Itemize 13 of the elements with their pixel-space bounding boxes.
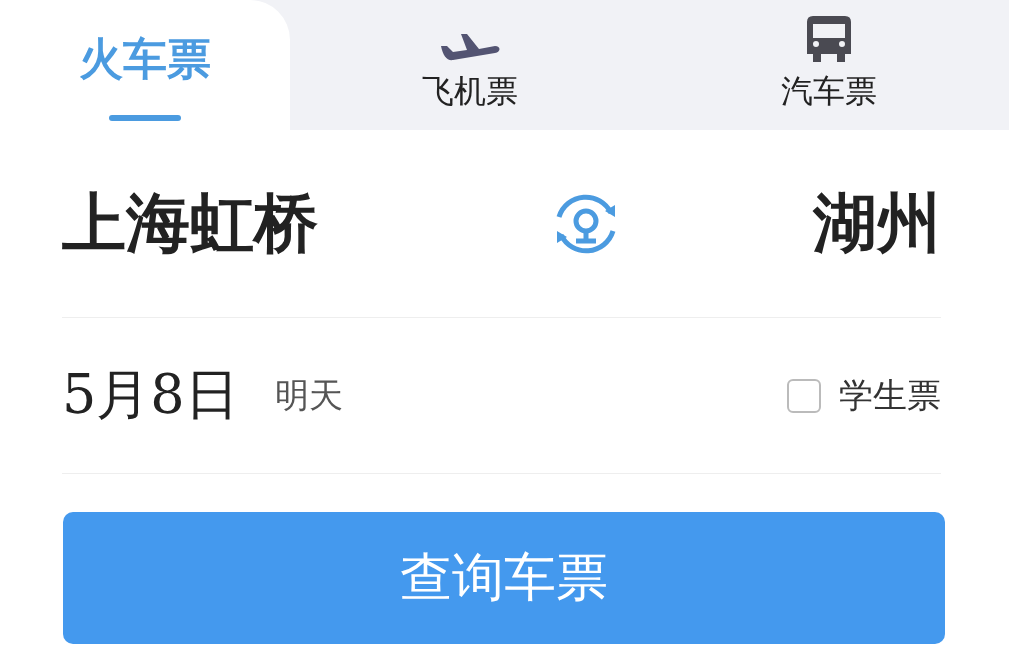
student-ticket-label: 学生票 [839, 373, 941, 417]
departure-station[interactable]: 上海虹桥 [62, 180, 318, 267]
tab-label: 汽车票 [781, 71, 878, 112]
ticket-tab[interactable]: 汽车票 [649, 0, 1009, 130]
ticket-tab[interactable]: 飞机票 [290, 0, 650, 130]
arrival-station[interactable]: 湖州 [813, 180, 941, 267]
travel-date[interactable]: 5月8日 [62, 359, 239, 432]
bus-icon [805, 14, 854, 64]
tab-label: 火车票 [79, 31, 211, 86]
tab-underline [109, 114, 181, 121]
student-checkbox[interactable] [787, 378, 821, 413]
tab-label: 飞机票 [421, 71, 518, 112]
date-hint: 明天 [274, 373, 343, 417]
